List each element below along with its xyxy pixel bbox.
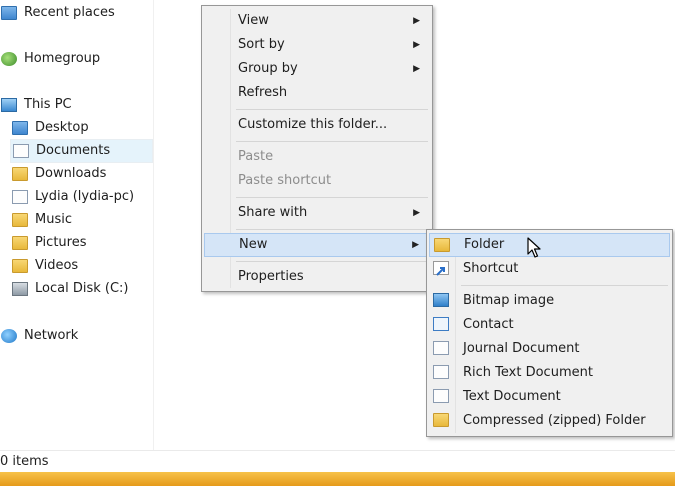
menu-label: Refresh [238,85,288,100]
menu-label: Paste [238,149,274,164]
menu-item-group-by[interactable]: Group by ▶ [204,57,430,81]
nav-local-disk[interactable]: Local Disk (C:) [10,278,151,300]
menu-label: Share with [238,205,308,220]
menu-label: Journal Document [463,341,580,356]
menu-item-properties[interactable]: Properties [204,265,430,289]
new-folder-item[interactable]: Folder [429,233,670,257]
new-zip-item[interactable]: Compressed (zipped) Folder [429,409,670,433]
mouse-pointer-icon [527,237,541,258]
nav-label: Local Disk (C:) [35,281,129,296]
zip-folder-icon [433,413,449,427]
menu-label: Group by [238,61,298,76]
nav-label: Network [24,328,79,343]
submenu-arrow-icon: ▶ [412,240,419,250]
homegroup-icon [1,52,17,66]
downloads-folder-icon [12,167,28,181]
pictures-folder-icon [12,236,28,250]
menu-label: Compressed (zipped) Folder [463,413,646,428]
nav-label: This PC [24,97,72,112]
nav-this-pc[interactable]: This PC [0,94,72,116]
menu-label: Contact [463,317,514,332]
image-icon [433,293,449,307]
nav-recent-places[interactable]: Recent places [0,2,115,24]
menu-label: Rich Text Document [463,365,593,380]
navigation-pane: Recent places Homegroup This PC Desktop … [0,0,154,450]
nav-music[interactable]: Music [10,209,151,231]
new-submenu: Folder Shortcut Bitmap image Contact Jou… [426,229,673,437]
nav-label: Desktop [35,120,89,135]
nav-desktop[interactable]: Desktop [10,117,151,139]
network-icon [1,329,17,343]
item-count: 0 items [0,454,49,469]
nav-label: Lydia (lydia-pc) [35,189,135,204]
menu-label: Bitmap image [463,293,555,308]
new-journal-item[interactable]: Journal Document [429,337,670,361]
nav-label: Recent places [24,5,115,20]
computer-icon [1,98,17,112]
nav-label: Pictures [35,235,87,250]
nav-videos[interactable]: Videos [10,255,151,277]
new-rtf-item[interactable]: Rich Text Document [429,361,670,385]
drive-icon [12,282,28,296]
documents-folder-icon [13,144,29,158]
shortcut-icon [433,261,449,276]
nav-pictures[interactable]: Pictures [10,232,151,254]
nav-label: Homegroup [24,51,101,66]
new-bitmap-item[interactable]: Bitmap image [429,289,670,313]
menu-label: Customize this folder... [238,117,388,132]
nav-label: Videos [35,258,79,273]
menu-label: View [238,13,269,28]
menu-separator [461,285,668,286]
menu-label: Folder [464,237,505,252]
menu-label: Shortcut [463,261,519,276]
menu-item-view[interactable]: View ▶ [204,9,430,33]
context-menu: View ▶ Sort by ▶ Group by ▶ Refresh Cust… [201,5,433,292]
text-document-icon [433,389,449,403]
submenu-arrow-icon: ▶ [413,208,420,218]
menu-separator [236,197,428,198]
submenu-arrow-icon: ▶ [413,16,420,26]
menu-item-paste[interactable]: Paste [204,145,430,169]
menu-item-customize[interactable]: Customize this folder... [204,113,430,137]
menu-label: Properties [238,269,304,284]
menu-separator [236,261,428,262]
menu-label: New [239,237,268,252]
folder-icon [434,238,450,252]
menu-separator [236,229,428,230]
user-folder-icon [12,190,28,204]
menu-label: Text Document [463,389,561,404]
menu-label: Paste shortcut [238,173,332,188]
nav-network[interactable]: Network [0,325,78,347]
nav-downloads[interactable]: Downloads [10,163,151,185]
nav-label: Downloads [35,166,107,181]
recent-places-icon [1,6,17,20]
new-shortcut-item[interactable]: Shortcut [429,257,670,281]
nav-label: Documents [36,143,111,158]
rich-text-document-icon [433,365,449,379]
menu-item-new[interactable]: New ▶ [204,233,430,257]
menu-item-sort-by[interactable]: Sort by ▶ [204,33,430,57]
menu-separator [236,109,428,110]
new-contact-item[interactable]: Contact [429,313,670,337]
nav-label: Music [35,212,72,227]
new-text-item[interactable]: Text Document [429,385,670,409]
taskbar [0,472,675,486]
nav-homegroup[interactable]: Homegroup [0,48,100,70]
submenu-arrow-icon: ▶ [413,64,420,74]
music-folder-icon [12,213,28,227]
desktop-folder-icon [12,121,28,135]
menu-item-paste-shortcut[interactable]: Paste shortcut [204,169,430,193]
nav-documents[interactable]: Documents [10,139,153,163]
menu-item-refresh[interactable]: Refresh [204,81,430,105]
menu-separator [236,141,428,142]
status-bar: 0 items [0,450,675,473]
videos-folder-icon [12,259,28,273]
menu-item-share-with[interactable]: Share with ▶ [204,201,430,225]
nav-lydia[interactable]: Lydia (lydia-pc) [10,186,151,208]
submenu-arrow-icon: ▶ [413,40,420,50]
journal-document-icon [433,341,449,355]
menu-label: Sort by [238,37,285,52]
contact-card-icon [433,317,449,331]
